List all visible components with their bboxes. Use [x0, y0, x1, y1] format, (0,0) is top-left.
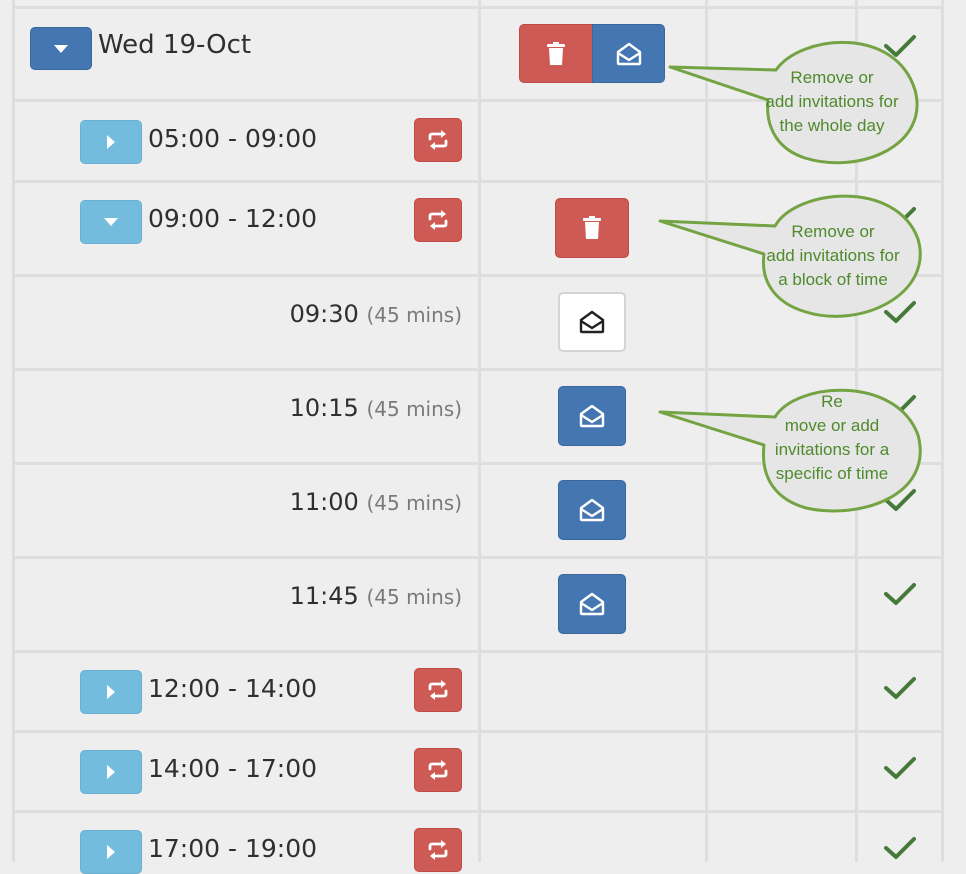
invite-slot-button[interactable] — [558, 574, 626, 634]
trash-icon — [582, 216, 602, 240]
repeat-block-button[interactable] — [414, 118, 462, 162]
repeat-block-button[interactable] — [414, 748, 462, 792]
slot-time: 11:00 (45 mins) — [262, 488, 462, 516]
check-icon — [884, 676, 916, 700]
slot-time-value: 11:00 — [289, 488, 359, 516]
slot-duration: (45 mins) — [366, 303, 462, 327]
retweet-icon — [426, 758, 450, 782]
retweet-icon — [426, 838, 450, 862]
envelope-open-icon — [616, 42, 642, 66]
envelope-open-icon — [579, 310, 605, 334]
block-label: 12:00 - 14:00 — [148, 674, 318, 703]
day-collapse-toggle[interactable] — [30, 27, 92, 70]
callout-line: invitations for a — [774, 440, 890, 459]
slot-time-value: 09:30 — [289, 300, 359, 328]
block-expand-toggle[interactable] — [80, 750, 142, 794]
callout-text: Re move or add invitations for a specifi… — [742, 390, 922, 486]
slot-time-value: 11:45 — [289, 582, 359, 610]
row-divider — [13, 650, 942, 653]
slot-time: 11:45 (45 mins) — [262, 582, 462, 610]
callout-line: specific of time — [775, 464, 889, 483]
callout-line: a block of time — [778, 270, 888, 289]
callout-line: add invitations for — [766, 246, 900, 265]
row-divider — [13, 6, 942, 9]
repeat-block-button[interactable] — [414, 828, 462, 872]
caret-right-icon — [106, 764, 116, 780]
check-icon — [884, 836, 916, 860]
invite-slot-button[interactable] — [558, 386, 626, 446]
row-divider — [13, 810, 942, 813]
retweet-icon — [426, 128, 450, 152]
repeat-block-button[interactable] — [414, 198, 462, 242]
block-collapse-toggle[interactable] — [80, 200, 142, 244]
caret-right-icon — [106, 134, 116, 150]
row-divider — [13, 180, 942, 183]
callout-text: Remove or add invitations for a block of… — [742, 220, 924, 292]
callout-line: the whole day — [779, 116, 885, 135]
caret-right-icon — [106, 684, 116, 700]
delete-block-button[interactable] — [555, 198, 629, 258]
callout-text: Remove or add invitations for the whole … — [742, 66, 922, 138]
slot-duration: (45 mins) — [366, 397, 462, 421]
block-label: 17:00 - 19:00 — [148, 834, 318, 863]
envelope-open-icon — [579, 592, 605, 616]
check-icon — [884, 756, 916, 780]
block-expand-toggle[interactable] — [80, 670, 142, 714]
row-divider — [13, 368, 942, 371]
slot-time-value: 10:15 — [289, 394, 359, 422]
block-label: 05:00 - 09:00 — [148, 124, 318, 153]
envelope-open-icon — [579, 498, 605, 522]
caret-down-icon — [103, 217, 119, 227]
block-label: 09:00 - 12:00 — [148, 204, 318, 233]
invite-slot-button[interactable] — [558, 480, 626, 540]
slot-duration: (45 mins) — [366, 585, 462, 609]
callout-line: Re — [821, 392, 843, 411]
row-divider — [13, 556, 942, 559]
caret-down-icon — [53, 44, 69, 54]
repeat-block-button[interactable] — [414, 668, 462, 712]
check-icon — [884, 582, 916, 606]
slot-time: 10:15 (45 mins) — [262, 394, 462, 422]
day-label: Wed 19-Oct — [98, 30, 252, 60]
retweet-icon — [426, 678, 450, 702]
caret-right-icon — [106, 844, 116, 860]
callout-line: Remove or — [791, 222, 875, 241]
slot-time: 09:30 (45 mins) — [262, 300, 462, 328]
invite-slot-button[interactable] — [558, 292, 626, 352]
slot-duration: (45 mins) — [366, 491, 462, 515]
retweet-icon — [426, 208, 450, 232]
block-expand-toggle[interactable] — [80, 120, 142, 164]
envelope-open-icon — [579, 404, 605, 428]
row-divider — [13, 730, 942, 733]
delete-day-button[interactable] — [519, 24, 593, 83]
block-expand-toggle[interactable] — [80, 830, 142, 874]
callout-line: Remove or — [790, 68, 874, 87]
invite-day-button[interactable] — [592, 24, 665, 83]
callout-line: move or add — [784, 416, 880, 435]
block-label: 14:00 - 17:00 — [148, 754, 318, 783]
callout-line: add invitations for — [765, 92, 899, 111]
trash-icon — [546, 42, 566, 66]
